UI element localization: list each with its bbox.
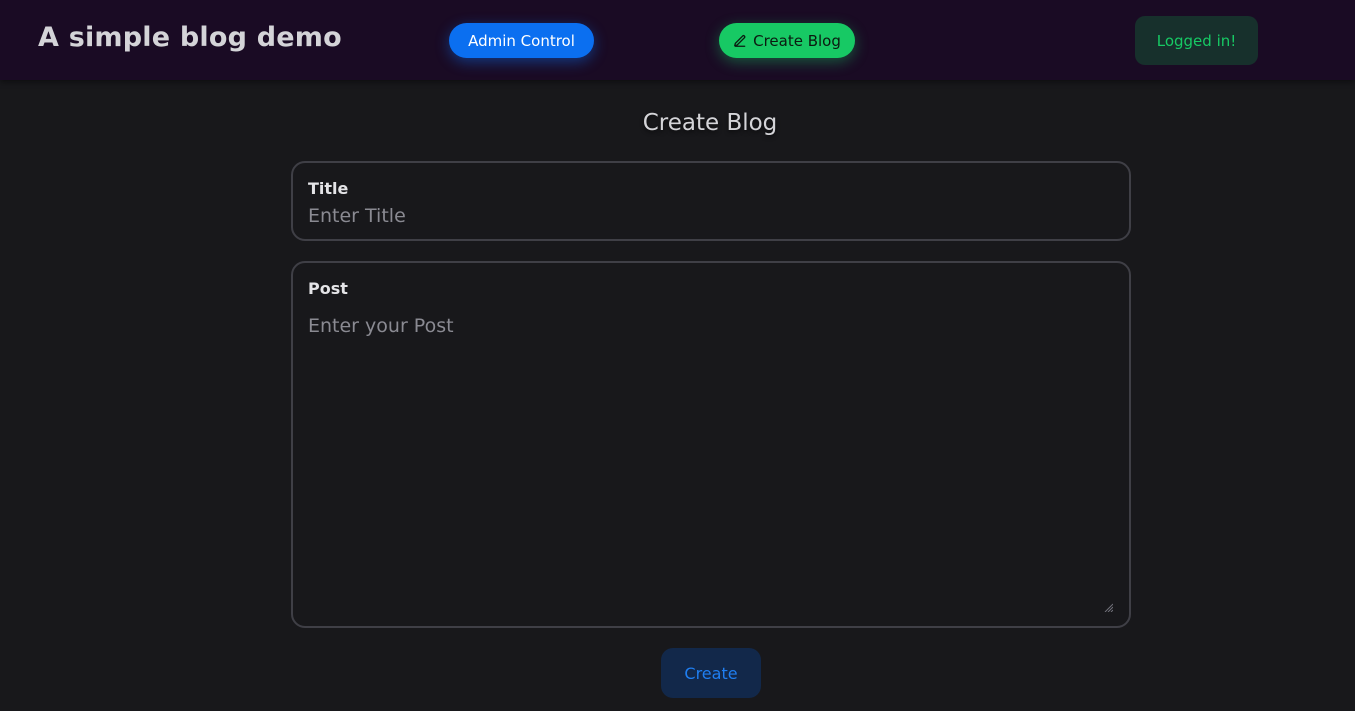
page-title: Create Blog	[642, 110, 778, 136]
create-button[interactable]: Create	[661, 648, 761, 698]
logged-in-badge: Logged in!	[1135, 16, 1258, 65]
post-textarea[interactable]	[308, 315, 1114, 614]
post-field[interactable]: Post	[291, 261, 1131, 628]
post-label: Post	[308, 279, 348, 298]
title-input[interactable]	[308, 203, 1114, 229]
title-label: Title	[308, 179, 349, 198]
create-blog-nav-label: Create Blog	[753, 31, 841, 50]
brand-title[interactable]: A simple blog demo	[38, 22, 342, 53]
pencil-icon	[734, 34, 746, 47]
create-blog-nav-button[interactable]: Create Blog	[719, 23, 855, 58]
admin-control-label: Admin Control	[468, 31, 575, 50]
admin-control-button[interactable]: Admin Control	[449, 23, 594, 58]
resize-grip-icon[interactable]	[1104, 603, 1113, 612]
title-field[interactable]: Title	[291, 161, 1131, 241]
navbar: A simple blog demo Admin Control Create …	[0, 0, 1355, 80]
